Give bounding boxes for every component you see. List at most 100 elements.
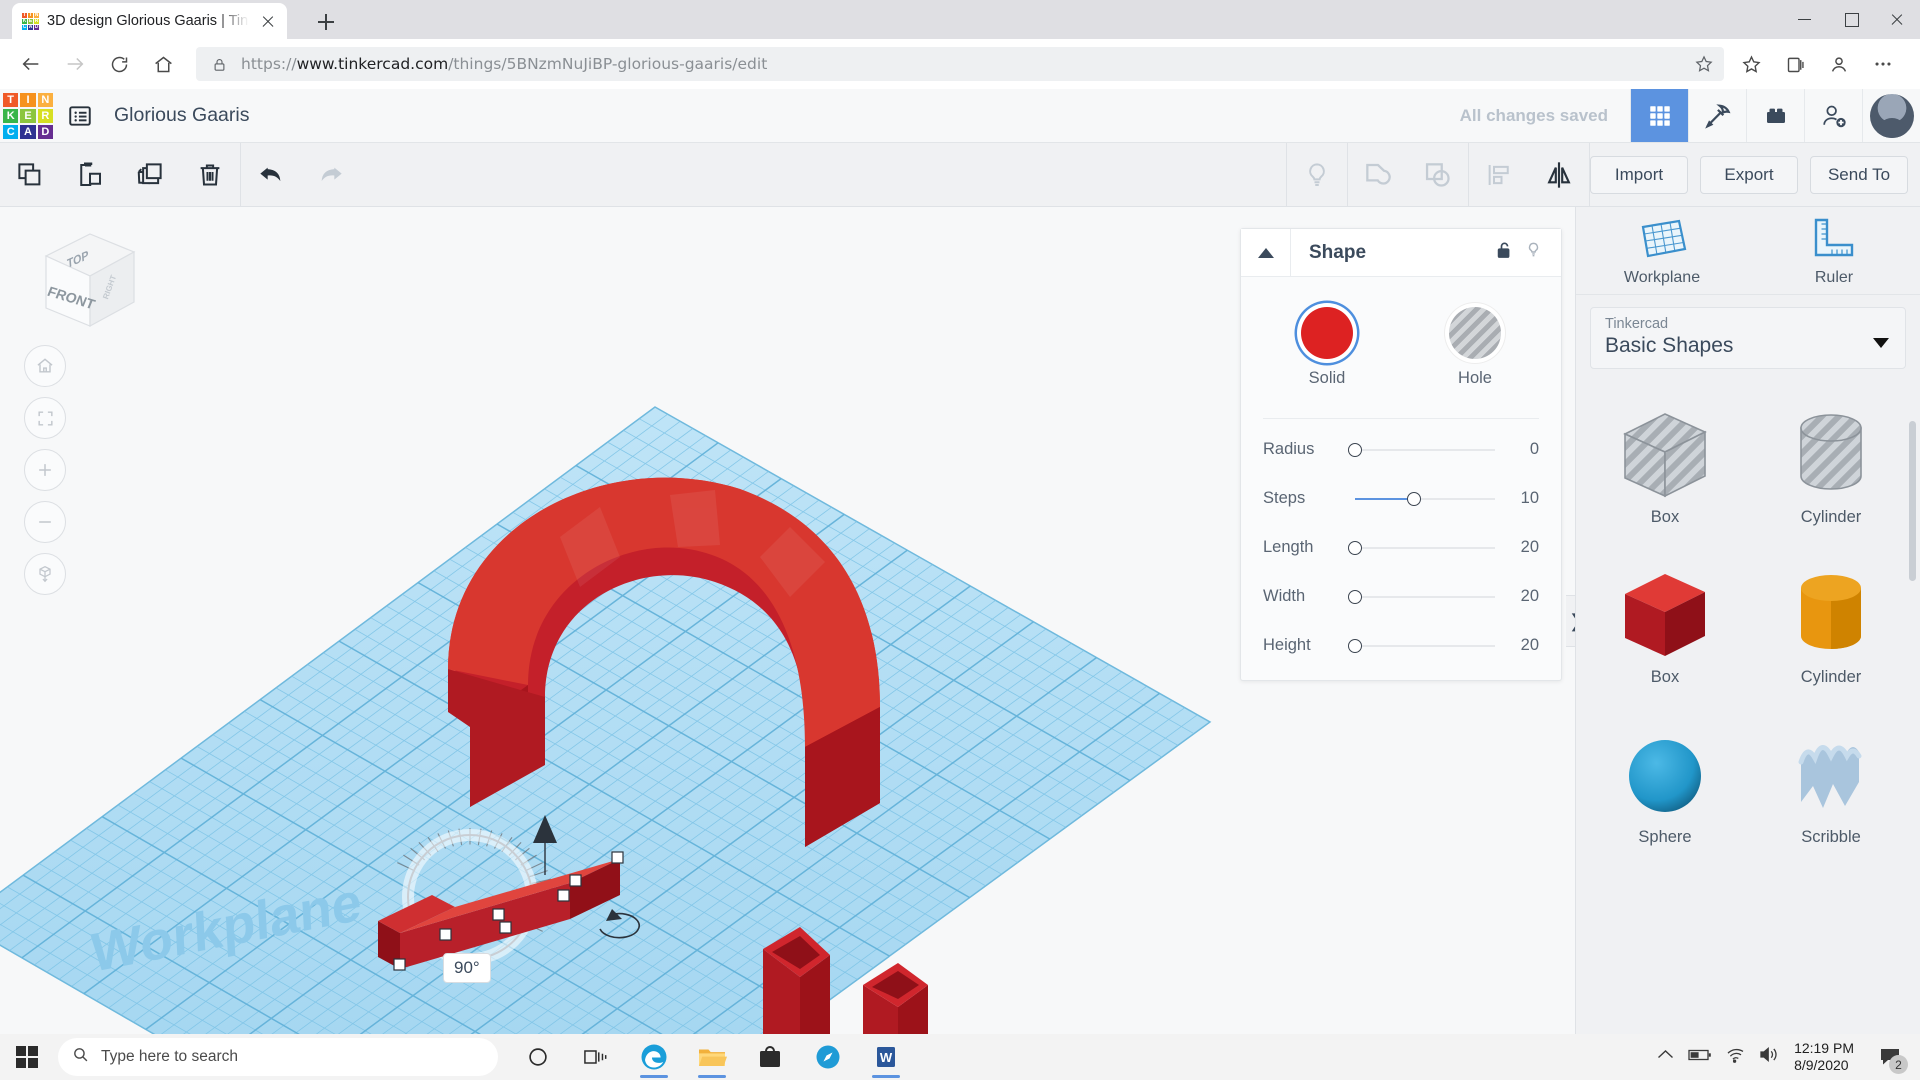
- ruler-tool[interactable]: Ruler: [1748, 207, 1920, 294]
- profile-icon[interactable]: [1820, 45, 1858, 83]
- address-bar[interactable]: https://www.tinkercad.com/things/5BNzmNu…: [196, 47, 1724, 81]
- tinkercad-logo[interactable]: TINKERCAD: [0, 90, 56, 142]
- workplane-label: Workplane: [1623, 268, 1701, 286]
- ruler-label: Ruler: [1814, 268, 1854, 286]
- browser-button[interactable]: [802, 1034, 854, 1080]
- send-to-button[interactable]: Send To: [1810, 155, 1908, 194]
- export-button[interactable]: Export: [1700, 155, 1798, 194]
- slider-knob[interactable]: [1348, 638, 1362, 653]
- shape-item-box-solid[interactable]: Box: [1582, 545, 1748, 701]
- solid-color-swatch[interactable]: [1301, 307, 1353, 359]
- shape-item-scribble[interactable]: Scribble: [1748, 705, 1914, 861]
- shape-item-box-hole[interactable]: Box: [1582, 385, 1748, 541]
- mirror-button[interactable]: [1529, 143, 1589, 207]
- property-value[interactable]: 10: [1505, 489, 1539, 508]
- copy-button[interactable]: [0, 143, 60, 207]
- new-tab-button[interactable]: [312, 8, 340, 36]
- browser-tab[interactable]: TINKERCAD 3D design Glorious Gaaris | Ti…: [12, 3, 287, 39]
- toolbar-right-group: Import Export Send To: [1286, 142, 1920, 207]
- browser-navbar: https://www.tinkercad.com/things/5BNzmNu…: [0, 39, 1920, 89]
- chevron-down-icon[interactable]: [1873, 335, 1889, 353]
- cylinder-solid-icon: [1779, 560, 1883, 664]
- hole-option[interactable]: Hole: [1432, 307, 1518, 388]
- pillar-shape-right: [863, 963, 928, 1034]
- task-view-button[interactable]: [570, 1034, 622, 1080]
- volume-icon[interactable]: [1759, 1046, 1780, 1068]
- taskbar-search[interactable]: Type here to search: [58, 1038, 498, 1076]
- delete-button[interactable]: [180, 143, 240, 207]
- slider-knob[interactable]: [1348, 442, 1362, 457]
- edge-button[interactable]: [628, 1034, 680, 1080]
- avatar[interactable]: [1862, 89, 1920, 142]
- show-hidden-icons-icon[interactable]: [1657, 1048, 1674, 1066]
- taskbar-clock[interactable]: 12:19 PM 8/9/2020: [1794, 1040, 1854, 1075]
- shape-item-cylinder-hole[interactable]: Cylinder: [1748, 385, 1914, 541]
- hole-swatch[interactable]: [1449, 307, 1501, 359]
- minimize-icon[interactable]: [1782, 0, 1828, 39]
- duplicate-button[interactable]: [120, 143, 180, 207]
- invite-button[interactable]: [1804, 89, 1862, 142]
- box-solid-icon: [1613, 560, 1717, 664]
- wifi-icon[interactable]: [1726, 1047, 1745, 1068]
- collapse-triangle-icon[interactable]: [1241, 228, 1291, 277]
- import-button[interactable]: Import: [1590, 155, 1688, 194]
- slider-knob[interactable]: [1406, 491, 1421, 506]
- window-close-icon[interactable]: [1874, 0, 1920, 39]
- property-slider[interactable]: [1355, 489, 1495, 509]
- property-value[interactable]: 0: [1505, 440, 1539, 459]
- history-group: [241, 143, 361, 207]
- windows-start-icon[interactable]: [0, 1034, 54, 1080]
- workplane-tool[interactable]: Workplane: [1576, 207, 1748, 294]
- shape-item-sphere[interactable]: Sphere: [1582, 705, 1748, 861]
- ellipsis-icon[interactable]: [1864, 45, 1902, 83]
- browser-tail-actions: [1732, 45, 1908, 83]
- slider-knob[interactable]: [1348, 540, 1362, 555]
- library-name: Basic Shapes: [1605, 334, 1734, 357]
- fit-view-button[interactable]: [24, 397, 66, 439]
- property-row-width: Width 20: [1241, 572, 1561, 621]
- zoom-in-button[interactable]: [24, 449, 66, 491]
- unlock-icon[interactable]: [1494, 239, 1514, 266]
- design-title[interactable]: Glorious Gaaris: [114, 104, 249, 127]
- notifications-icon[interactable]: 2: [1868, 1034, 1912, 1080]
- inspector-header-icons: [1494, 239, 1561, 266]
- library-select[interactable]: Tinkercad Basic Shapes: [1590, 307, 1906, 369]
- favorites-icon[interactable]: [1732, 45, 1770, 83]
- blocks-button[interactable]: [1746, 89, 1804, 142]
- cortana-button[interactable]: [512, 1034, 564, 1080]
- property-slider[interactable]: [1348, 440, 1495, 460]
- collections-icon[interactable]: [1776, 45, 1814, 83]
- shape-item-cylinder-solid[interactable]: Cylinder: [1748, 545, 1914, 701]
- close-icon[interactable]: [257, 10, 279, 32]
- perspective-toggle-button[interactable]: [24, 553, 66, 595]
- view-cube[interactable]: TOP FRONT RIGHT: [22, 222, 146, 337]
- property-value[interactable]: 20: [1505, 538, 1539, 557]
- property-slider[interactable]: [1348, 587, 1495, 607]
- back-arrow-icon[interactable]: [12, 45, 50, 83]
- slider-rail: [1355, 644, 1495, 647]
- home-view-button[interactable]: [24, 345, 66, 387]
- property-slider[interactable]: [1348, 636, 1495, 656]
- designs-grid-button[interactable]: [1630, 89, 1688, 142]
- maximize-icon[interactable]: [1828, 0, 1874, 39]
- design-list-icon[interactable]: [56, 89, 104, 142]
- minecraft-button[interactable]: [1688, 89, 1746, 142]
- store-button[interactable]: [744, 1034, 796, 1080]
- word-button[interactable]: W: [860, 1034, 912, 1080]
- solid-option[interactable]: Solid: [1284, 307, 1370, 388]
- shape-grid-scrollbar[interactable]: [1909, 421, 1916, 581]
- zoom-out-button[interactable]: [24, 501, 66, 543]
- property-value[interactable]: 20: [1505, 587, 1539, 606]
- battery-icon[interactable]: [1688, 1048, 1712, 1067]
- property-slider[interactable]: [1348, 538, 1495, 558]
- lightbulb-icon[interactable]: [1524, 239, 1543, 266]
- property-value[interactable]: 20: [1505, 636, 1539, 655]
- favorite-star-icon[interactable]: [1694, 54, 1714, 74]
- slider-knob[interactable]: [1348, 589, 1362, 604]
- reload-icon[interactable]: [100, 45, 138, 83]
- file-explorer-button[interactable]: [686, 1034, 738, 1080]
- home-icon[interactable]: [144, 45, 182, 83]
- ruler-icon: [1814, 218, 1854, 256]
- paste-button[interactable]: [60, 143, 120, 207]
- undo-button[interactable]: [241, 143, 301, 207]
